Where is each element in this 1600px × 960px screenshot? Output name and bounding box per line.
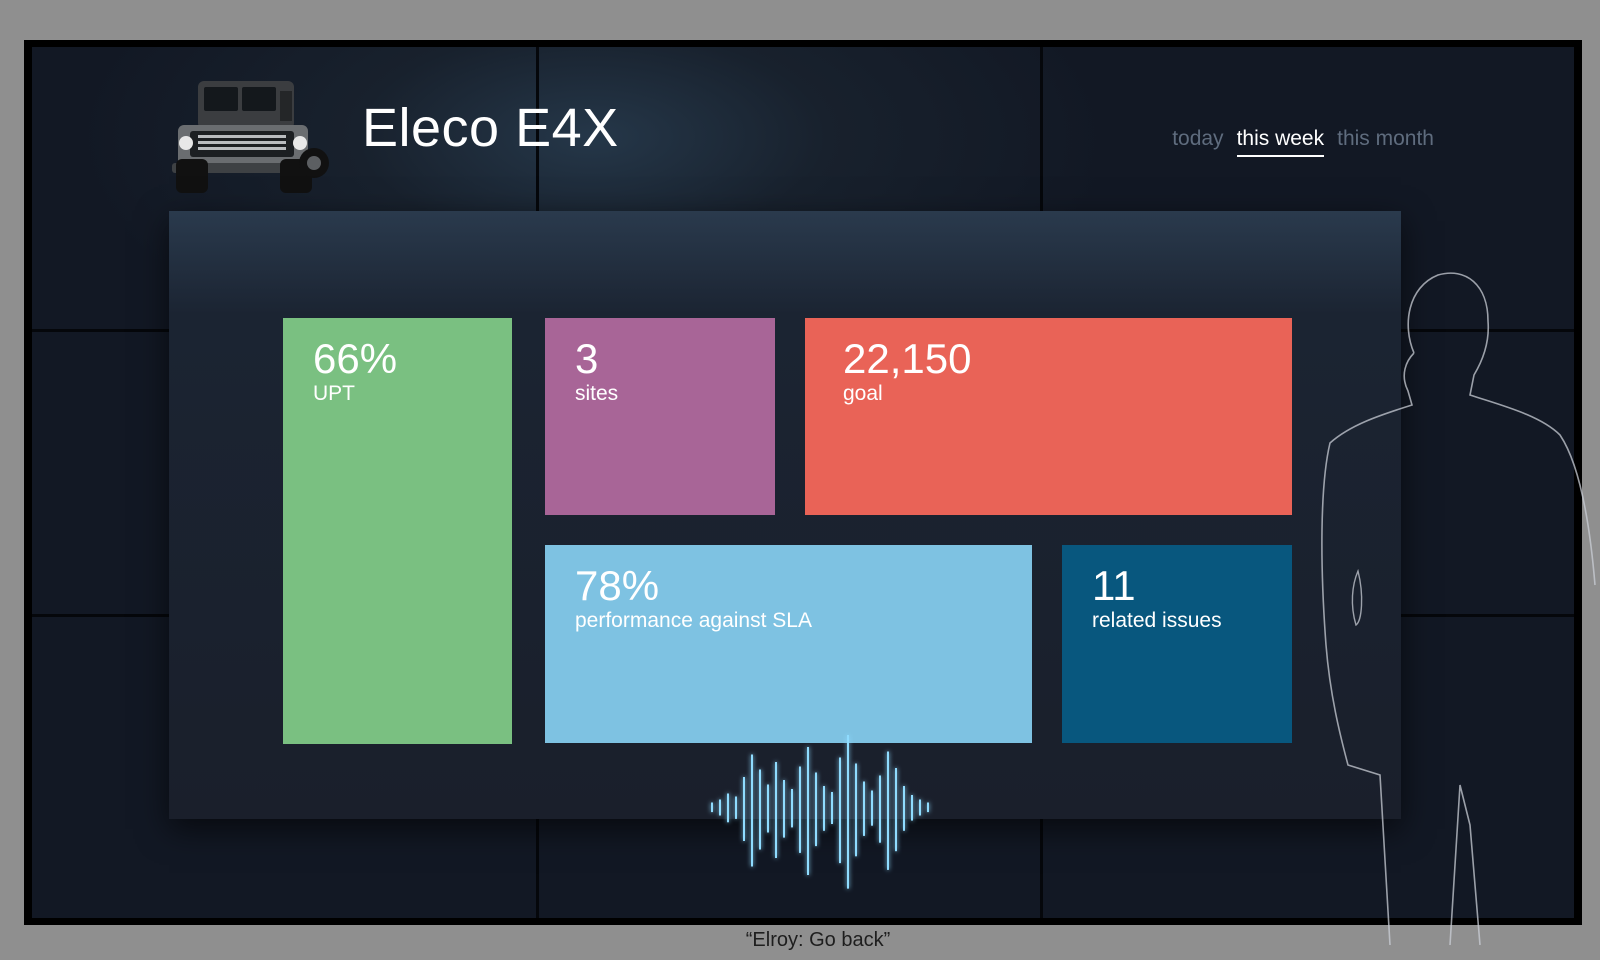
sites-tile[interactable]: 3 sites bbox=[545, 318, 775, 515]
upt-label: UPT bbox=[313, 382, 355, 405]
time-range-tabs: today this week this month bbox=[1172, 127, 1434, 157]
upt-value: 66% bbox=[313, 335, 398, 382]
page-title: Eleco E4X bbox=[362, 98, 619, 158]
person-silhouette bbox=[1321, 272, 1596, 945]
issues-label: related issues bbox=[1092, 609, 1222, 632]
sites-value: 3 bbox=[575, 335, 599, 382]
issues-tile[interactable]: 11 related issues bbox=[1062, 545, 1292, 743]
tab-this-week[interactable]: this week bbox=[1236, 127, 1325, 157]
issues-value: 11 bbox=[1092, 562, 1136, 609]
goal-value: 22,150 bbox=[843, 335, 972, 382]
sla-label: performance against SLA bbox=[575, 609, 812, 632]
upt-tile[interactable]: 66% UPT bbox=[283, 318, 512, 744]
suv-icon bbox=[172, 81, 329, 193]
tab-this-month[interactable]: this month bbox=[1337, 127, 1434, 157]
sla-value: 78% bbox=[575, 562, 660, 609]
goal-tile[interactable]: 22,150 goal bbox=[805, 318, 1292, 515]
sites-label: sites bbox=[575, 382, 619, 405]
voice-waveform-icon bbox=[682, 735, 962, 889]
sla-tile[interactable]: 78% performance against SLA bbox=[545, 545, 1032, 743]
tab-today[interactable]: today bbox=[1172, 127, 1223, 157]
goal-label: goal bbox=[843, 382, 883, 405]
voice-command-caption: “Elroy: Go back” bbox=[745, 929, 891, 951]
